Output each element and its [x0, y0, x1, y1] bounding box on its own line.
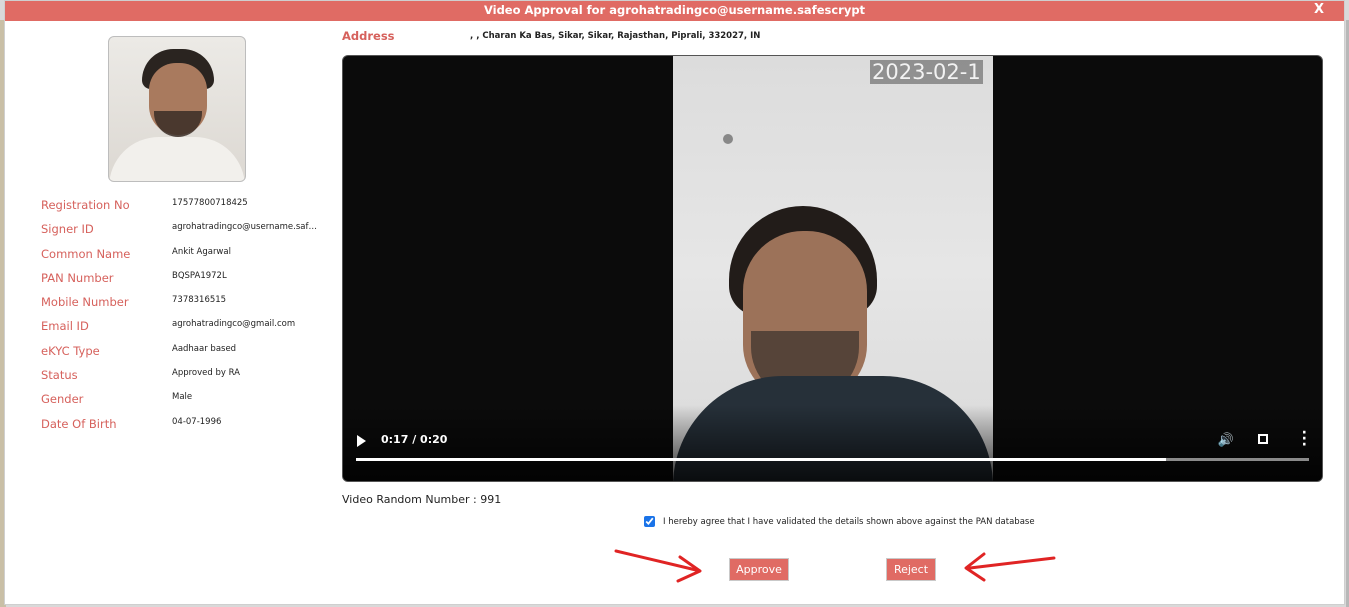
- detail-value: agrohatradingco@gmail.com: [172, 319, 296, 330]
- detail-value: agrohatradingco@username.safes...: [172, 222, 322, 233]
- dialog-titlebar: Video Approval for agrohatradingco@usern…: [5, 1, 1344, 21]
- address-label: Address: [342, 29, 395, 43]
- detail-label: Date Of Birth: [41, 416, 117, 431]
- video-random-number: Video Random Number : 991: [342, 493, 502, 506]
- video-progress-fill: [356, 458, 1167, 461]
- address-value: , , Charan Ka Bas, Sikar, Sikar, Rajasth…: [470, 31, 761, 41]
- detail-label: Email ID: [41, 319, 89, 334]
- dialog-title: Video Approval for agrohatradingco@usern…: [483, 3, 866, 17]
- detail-value: 7378316515: [172, 295, 227, 306]
- detail-label: eKYC Type: [41, 343, 100, 358]
- detail-value: Aadhaar based: [172, 343, 237, 354]
- consent-row[interactable]: I hereby agree that I have validated the…: [644, 516, 1035, 527]
- fullscreen-icon[interactable]: [1258, 434, 1268, 444]
- more-options-icon[interactable]: · · ·: [1302, 426, 1307, 452]
- consent-checkbox[interactable]: [644, 516, 655, 527]
- video-player[interactable]: 2023-02-1 0:17 / 0:20 🔊 · · ·: [342, 55, 1323, 482]
- detail-label: Signer ID: [41, 222, 94, 237]
- video-progress-track[interactable]: [356, 458, 1309, 461]
- detail-label: Gender: [41, 392, 84, 407]
- consent-text: I hereby agree that I have validated the…: [663, 516, 1035, 527]
- video-time-display: 0:17 / 0:20: [381, 433, 448, 446]
- detail-value: Approved by RA: [172, 368, 240, 379]
- detail-value: Ankit Agarwal: [172, 246, 231, 257]
- detail-label: Mobile Number: [41, 295, 129, 310]
- applicant-photo: [108, 36, 246, 182]
- detail-value: BQSPA1972L: [172, 270, 227, 281]
- reject-button[interactable]: Reject: [886, 558, 936, 581]
- detail-label: Status: [41, 368, 78, 383]
- play-icon[interactable]: [357, 435, 366, 447]
- detail-value: Male: [172, 392, 193, 403]
- detail-label: Registration No: [41, 198, 130, 212]
- detail-label: Common Name: [41, 246, 131, 261]
- annotation-arrow-left-icon: [964, 552, 1056, 582]
- volume-icon[interactable]: 🔊: [1218, 433, 1234, 448]
- annotation-arrow-right-icon: [614, 549, 702, 583]
- detail-value: 17577800718425: [172, 198, 248, 208]
- detail-label: PAN Number: [41, 270, 114, 285]
- close-button[interactable]: X: [1314, 2, 1324, 17]
- video-controls: 0:17 / 0:20 🔊 · · ·: [343, 405, 1322, 481]
- video-timestamp-overlay: 2023-02-1: [870, 60, 983, 84]
- approve-button[interactable]: Approve: [729, 558, 789, 581]
- detail-value: 04-07-1996: [172, 416, 222, 427]
